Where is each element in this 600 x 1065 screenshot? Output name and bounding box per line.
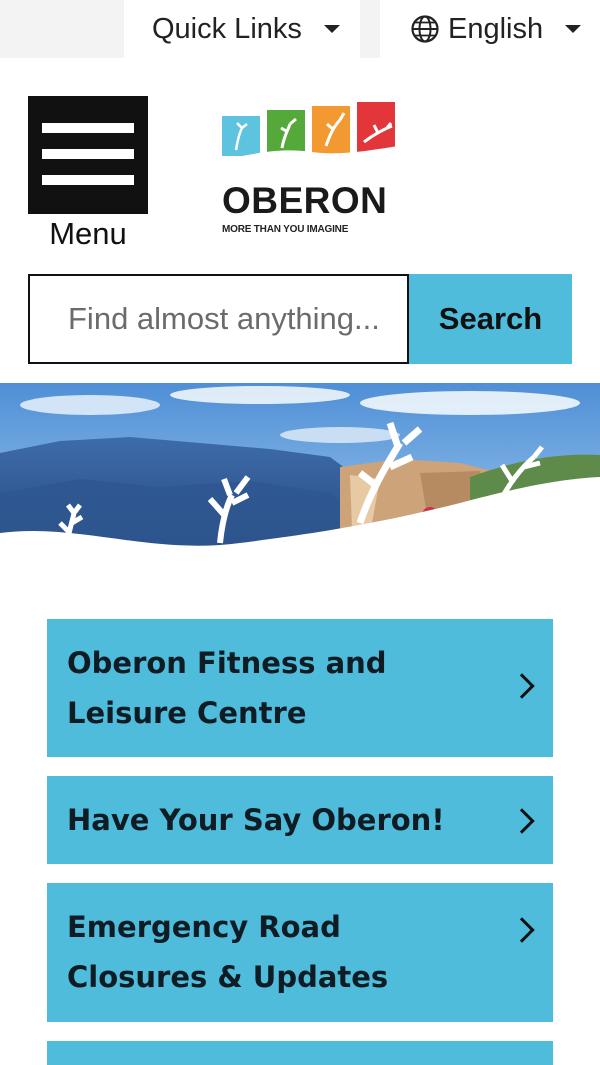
quick-links-label: Quick Links xyxy=(152,12,302,45)
oberon-logo[interactable]: OBERON MORE THAN YOU IMAGINE xyxy=(222,100,398,240)
hero-banner xyxy=(0,383,600,556)
caret-down-icon xyxy=(565,25,582,33)
search-input[interactable] xyxy=(28,274,409,364)
logo-tagline: MORE THAN YOU IMAGINE xyxy=(222,224,349,235)
quick-links-dropdown[interactable]: Quick Links xyxy=(124,0,360,58)
hamburger-line xyxy=(42,175,134,185)
landscape-illustration xyxy=(0,383,600,556)
utility-bar-divider xyxy=(360,0,380,58)
language-selector[interactable]: English xyxy=(380,0,600,58)
menu-label: Menu xyxy=(49,216,127,251)
chevron-right-icon xyxy=(509,673,535,699)
card-label: Oberon Fitness and Leisure Centre xyxy=(67,646,387,730)
hamburger-icon xyxy=(42,123,134,133)
utility-bar-spacer xyxy=(0,0,124,58)
chevron-right-icon xyxy=(509,808,535,834)
menu-button[interactable] xyxy=(28,96,148,214)
caret-down-icon xyxy=(323,25,340,33)
logo-tiles-icon xyxy=(222,102,398,172)
card-label: Have Your Say Oberon! xyxy=(67,803,445,837)
globe-icon xyxy=(411,15,439,43)
search-button[interactable]: Search xyxy=(409,274,572,364)
card-road-closures[interactable]: Emergency Road Closures & Updates xyxy=(47,883,553,1022)
utility-bar: Quick Links English xyxy=(0,0,600,58)
card-partial[interactable] xyxy=(47,1041,553,1065)
chevron-right-icon xyxy=(509,917,535,943)
card-have-your-say[interactable]: Have Your Say Oberon! xyxy=(47,776,553,864)
hamburger-line xyxy=(42,149,134,159)
logo-wordmark: OBERON xyxy=(222,180,388,221)
language-label: English xyxy=(448,12,544,45)
card-fitness-leisure[interactable]: Oberon Fitness and Leisure Centre xyxy=(47,619,553,757)
card-label: Emergency Road Closures & Updates xyxy=(67,910,389,994)
